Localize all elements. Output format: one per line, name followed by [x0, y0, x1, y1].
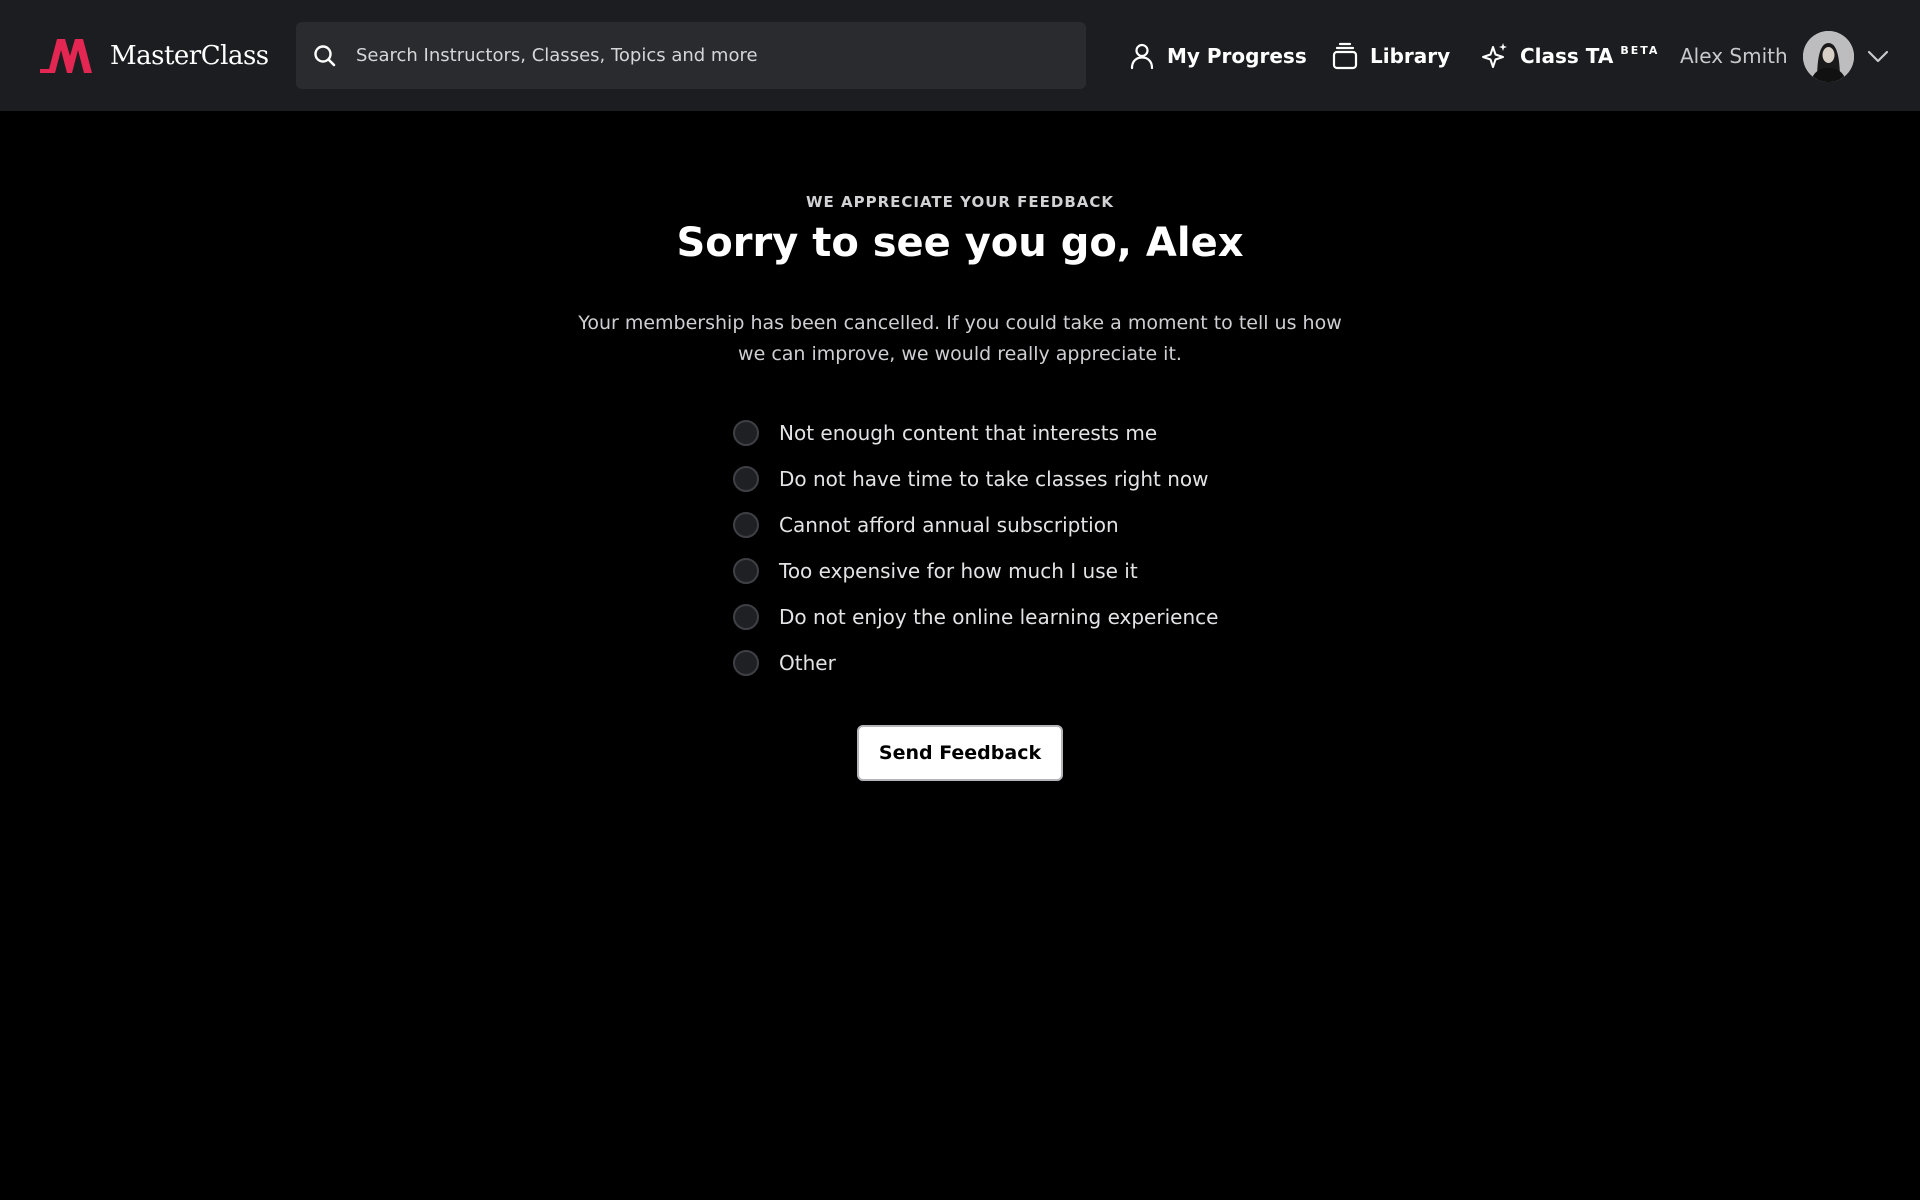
feedback-option[interactable]: Not enough content that interests me [733, 410, 1293, 456]
feedback-option[interactable]: Cannot afford annual subscription [733, 502, 1293, 548]
feedback-option[interactable]: Other [733, 640, 1293, 686]
stack-icon [1332, 42, 1358, 70]
feedback-option-label: Do not enjoy the online learning experie… [779, 605, 1219, 629]
nav-class-ta[interactable]: Class TA BETA [1480, 36, 1659, 76]
feedback-option-label: Do not have time to take classes right n… [779, 467, 1209, 491]
beta-badge: BETA [1620, 44, 1660, 57]
avatar[interactable] [1802, 30, 1854, 82]
user-menu[interactable]: Alex Smith [1680, 30, 1890, 82]
masterclass-logo[interactable]: MasterClass [40, 38, 269, 74]
feedback-option-label: Cannot afford annual subscription [779, 513, 1119, 537]
page-subtitle: Your membership has been cancelled. If y… [578, 312, 1342, 365]
feedback-option[interactable]: Too expensive for how much I use it [733, 548, 1293, 594]
page-title: Sorry to see you go, Alex [676, 220, 1244, 266]
feedback-option-label: Not enough content that interests me [779, 421, 1158, 445]
nav-my-progress[interactable]: My Progress [1127, 36, 1307, 76]
search-input[interactable] [354, 22, 1064, 89]
nav-my-progress-label: My Progress [1167, 44, 1307, 68]
send-feedback-button[interactable]: Send Feedback [857, 725, 1063, 781]
person-icon [1130, 43, 1154, 70]
chevron-down-icon[interactable] [1866, 44, 1890, 68]
radio-button[interactable] [733, 466, 759, 492]
radio-button[interactable] [733, 512, 759, 538]
user-name: Alex Smith [1680, 44, 1788, 68]
radio-button[interactable] [733, 604, 759, 630]
nav-library-label: Library [1370, 44, 1451, 68]
search-bar[interactable] [296, 22, 1086, 89]
eyebrow-text: WE APPRECIATE YOUR FEEDBACK [805, 193, 1115, 211]
avatar-image [1802, 30, 1854, 82]
logo-wordmark: MasterClass [110, 41, 269, 71]
top-nav: MasterClass My Progress Library Class TA… [0, 0, 1920, 111]
sparkle-icon [1482, 43, 1507, 68]
feedback-option[interactable]: Do not have time to take classes right n… [733, 456, 1293, 502]
radio-button[interactable] [733, 420, 759, 446]
radio-button[interactable] [733, 650, 759, 676]
masterclass-logo-mark [40, 39, 92, 73]
nav-library[interactable]: Library [1330, 36, 1450, 76]
feedback-option[interactable]: Do not enjoy the online learning experie… [733, 594, 1293, 640]
nav-class-ta-label: Class TA [1520, 44, 1614, 68]
feedback-option-label: Other [779, 651, 836, 675]
search-icon [314, 45, 336, 67]
feedback-options: Not enough content that interests me Do … [733, 410, 1293, 686]
feedback-option-label: Too expensive for how much I use it [779, 559, 1138, 583]
radio-button[interactable] [733, 558, 759, 584]
